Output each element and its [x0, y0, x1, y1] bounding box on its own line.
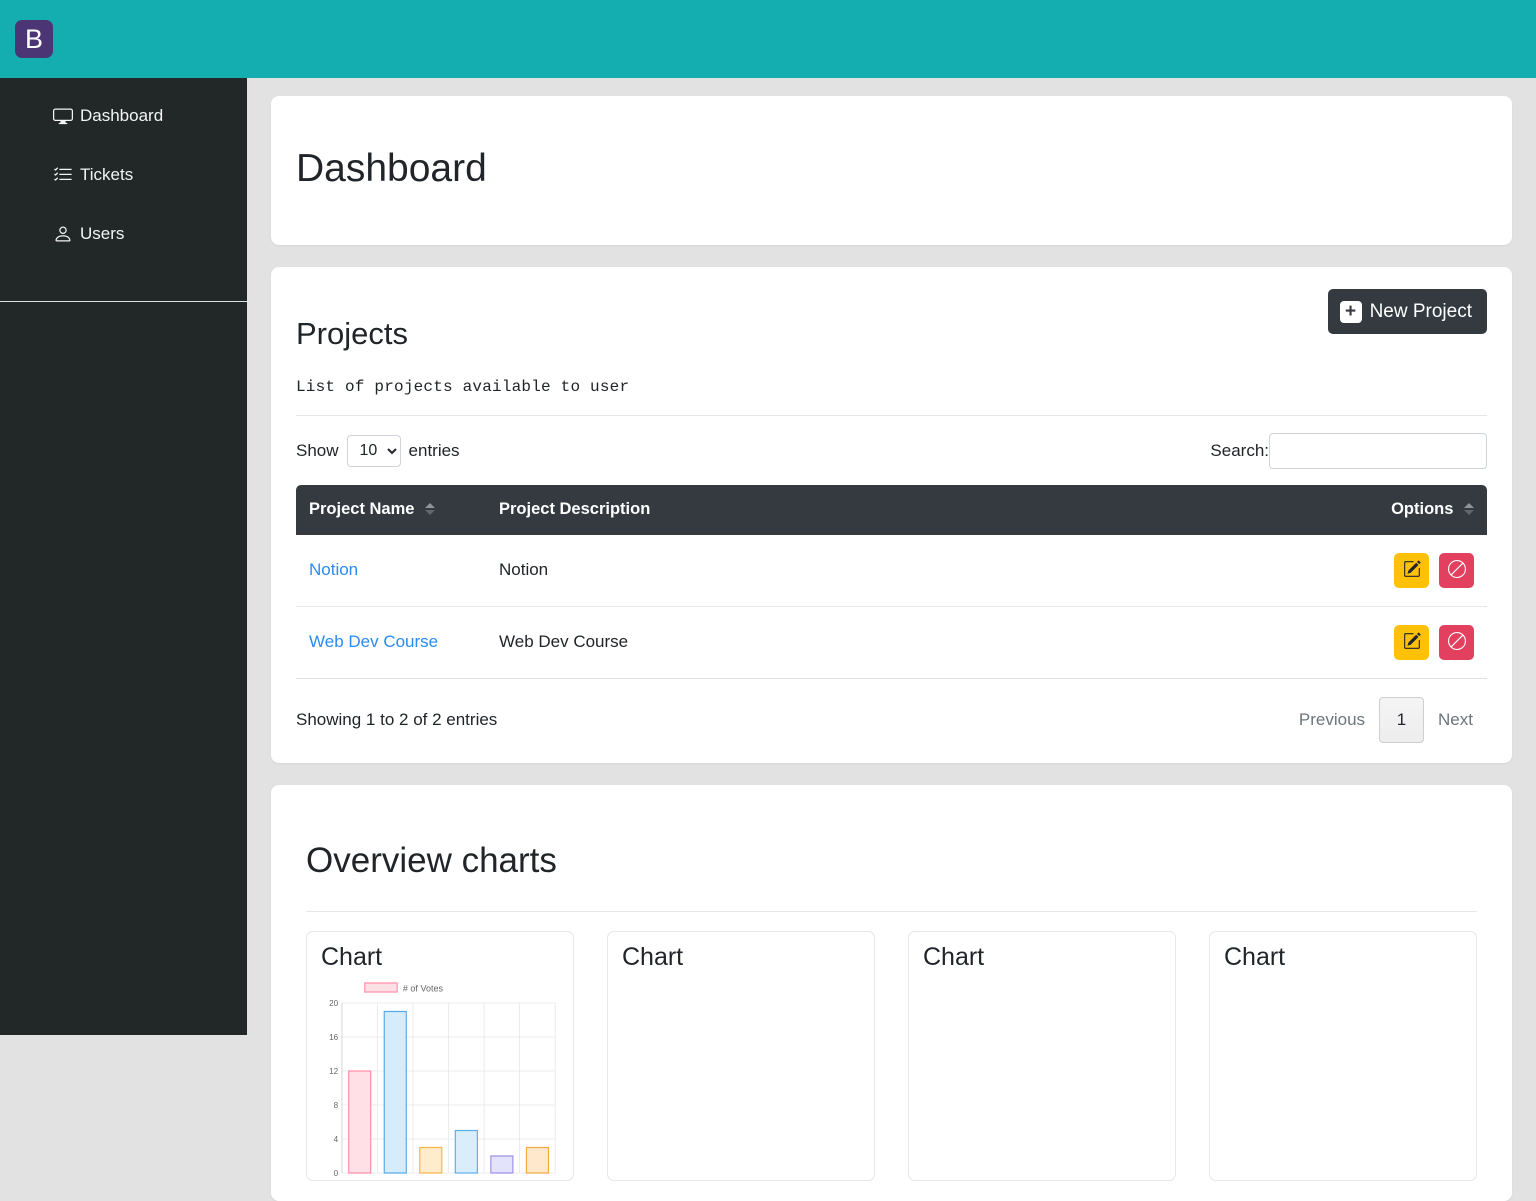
chart-card-3[interactable]: Chart: [908, 930, 1176, 1181]
cell-project-name: Notion: [296, 534, 486, 607]
projects-subtitle: List of projects available to user: [296, 377, 630, 396]
projects-divider: [296, 414, 1487, 416]
cell-options: [1106, 606, 1487, 679]
main-content: Dashboard Projects List of projects avai…: [247, 78, 1536, 1201]
overview-charts-card: Overview charts Chart # of Votes 0 4 8 12 16 2…: [271, 784, 1512, 1201]
chart-card-2[interactable]: Chart: [607, 930, 875, 1181]
datatable-footer: Showing 1 to 2 of 2 entries Previous 1 N…: [296, 696, 1487, 743]
svg-text:0: 0: [334, 1168, 339, 1177]
projects-table-head: Project Name Project Description Options: [296, 484, 1487, 535]
svg-text:16: 16: [329, 1032, 338, 1042]
column-header-project-name[interactable]: Project Name: [296, 484, 486, 535]
column-header-label: Project Name: [309, 500, 415, 519]
sidebar-nav: Dashboard Tickets Users: [0, 78, 247, 254]
projects-heading-group: Projects List of projects available to u…: [296, 289, 629, 396]
ban-icon: [1447, 631, 1466, 653]
datatable-controls: Show 10 entries Search:: [296, 432, 1487, 469]
svg-text:12: 12: [329, 1066, 338, 1076]
projects-table: Project Name Project Description Options: [296, 484, 1487, 679]
chart-card-label: Chart: [1224, 942, 1286, 971]
edit-project-button[interactable]: [1394, 552, 1430, 588]
pagination-page-1[interactable]: 1: [1379, 696, 1425, 743]
top-header-bar: B: [0, 0, 1536, 78]
page-title: Dashboard: [296, 147, 487, 191]
sidebar-item-label: Users: [80, 224, 125, 243]
svg-text:20: 20: [329, 998, 338, 1008]
projects-header: Projects List of projects available to u…: [296, 289, 1487, 396]
entries-length-control: Show 10 entries: [296, 434, 460, 467]
pagination-previous[interactable]: Previous: [1285, 710, 1379, 730]
project-link[interactable]: Notion: [309, 560, 358, 579]
chart-card-label: Chart: [622, 942, 684, 971]
column-header-options[interactable]: Options: [1106, 484, 1487, 535]
overview-charts-divider: [306, 910, 1477, 912]
list-check-icon: [52, 165, 73, 186]
entries-label: entries: [408, 440, 460, 460]
chart-card-4[interactable]: Chart: [1209, 930, 1477, 1181]
votes-bar-chart[interactable]: # of Votes 0 4 8 12 16 20: [321, 977, 559, 1177]
delete-project-button[interactable]: [1439, 624, 1474, 660]
pencil-square-icon: [1403, 632, 1421, 653]
svg-text:# of Votes: # of Votes: [403, 984, 444, 994]
cell-project-name: Web Dev Course: [296, 606, 486, 679]
svg-text:4: 4: [334, 1134, 339, 1144]
sidebar-item-users[interactable]: Users: [0, 214, 247, 254]
charts-row: Chart # of Votes 0 4 8 12 16 20 Chart Chart Ch…: [306, 930, 1477, 1181]
sort-arrows-icon: [1464, 502, 1474, 515]
projects-card: Projects List of projects available to u…: [271, 267, 1512, 763]
new-project-button-label: New Project: [1369, 300, 1472, 322]
pagination-next[interactable]: Next: [1424, 710, 1487, 730]
projects-title: Projects: [296, 315, 408, 351]
cell-project-description: Web Dev Course: [486, 606, 1107, 679]
bootstrap-logo[interactable]: B: [15, 20, 53, 58]
sort-arrows-icon: [425, 502, 436, 515]
column-header-label: Options: [1391, 500, 1454, 519]
sidebar-item-label: Dashboard: [80, 106, 164, 125]
person-icon: [52, 224, 73, 245]
pencil-square-icon: [1403, 560, 1421, 581]
chart-card-1[interactable]: Chart # of Votes 0 4 8 12 16 20: [306, 930, 574, 1181]
projects-table-body: Notion Notion Web Dev Course Web Dev Cou…: [296, 534, 1487, 679]
display-icon: [52, 106, 73, 127]
edit-project-button[interactable]: [1394, 624, 1430, 660]
table-row: Notion Notion: [296, 534, 1487, 607]
column-header-project-description[interactable]: Project Description: [486, 484, 1107, 535]
search-input[interactable]: [1269, 432, 1487, 469]
search-label: Search:: [1210, 440, 1269, 460]
delete-project-button[interactable]: [1439, 552, 1474, 588]
svg-text:8: 8: [334, 1100, 339, 1110]
logo-letter: B: [24, 23, 43, 54]
table-row: Web Dev Course Web Dev Course: [296, 606, 1487, 679]
sidebar-item-dashboard[interactable]: Dashboard: [0, 96, 247, 136]
show-label: Show: [296, 440, 339, 460]
search-control: Search:: [1210, 432, 1487, 469]
sidebar-item-label: Tickets: [80, 165, 134, 184]
new-project-button[interactable]: + New Project: [1327, 289, 1487, 335]
entries-length-select[interactable]: 10: [346, 434, 401, 467]
ban-icon: [1447, 559, 1466, 581]
table-header-row: Project Name Project Description Options: [296, 484, 1487, 535]
overview-charts-title: Overview charts: [306, 840, 557, 880]
chart-card-label: Chart: [923, 942, 985, 971]
project-link[interactable]: Web Dev Course: [309, 632, 438, 651]
cell-options: [1106, 534, 1487, 607]
column-header-label: Project Description: [499, 500, 651, 519]
sidebar: Dashboard Tickets Users: [0, 78, 247, 1035]
sidebar-item-tickets[interactable]: Tickets: [0, 155, 247, 195]
chart-card-label: Chart: [321, 942, 383, 971]
page-title-card: Dashboard: [271, 96, 1512, 246]
showing-entries-info: Showing 1 to 2 of 2 entries: [296, 709, 498, 729]
cell-project-description: Notion: [486, 534, 1107, 607]
pagination: Previous 1 Next: [1285, 696, 1487, 743]
sidebar-divider: [0, 301, 247, 302]
plus-square-icon: +: [1339, 300, 1362, 323]
